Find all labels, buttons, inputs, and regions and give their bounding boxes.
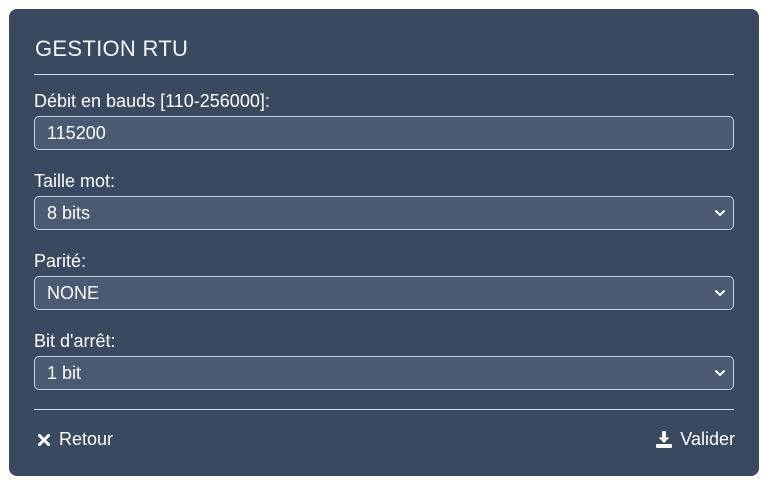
parity-select[interactable]: NONE [34,276,734,310]
back-button[interactable]: Retour [37,429,113,450]
word-size-select[interactable]: 8 bits [34,196,734,230]
word-size-value: 8 bits [47,203,91,223]
back-label: Retour [59,429,114,449]
close-icon [38,433,50,446]
parity-label: Parité: [34,251,87,271]
submit-button[interactable]: Valider [656,429,735,450]
panel-title: GESTION RTU [35,36,189,61]
chevron-down-icon [715,370,725,376]
rtu-settings-panel: GESTION RTU Débit en bauds [110-256000]:… [9,9,759,476]
header-divider [34,74,734,75]
footer-divider [34,409,734,410]
baud-rate-label: Débit en bauds [110-256000]: [34,91,270,111]
parity-value: NONE [47,283,100,303]
stop-bit-select[interactable]: 1 bit [34,356,734,390]
stop-bit-value: 1 bit [47,363,82,383]
baud-rate-input[interactable] [34,116,734,150]
download-icon [656,431,673,448]
chevron-down-icon [715,290,725,296]
stop-bit-label: Bit d'arrêt: [34,331,116,351]
chevron-down-icon [715,210,725,216]
submit-label: Valider [680,429,735,449]
word-size-label: Taille mot: [34,171,116,191]
